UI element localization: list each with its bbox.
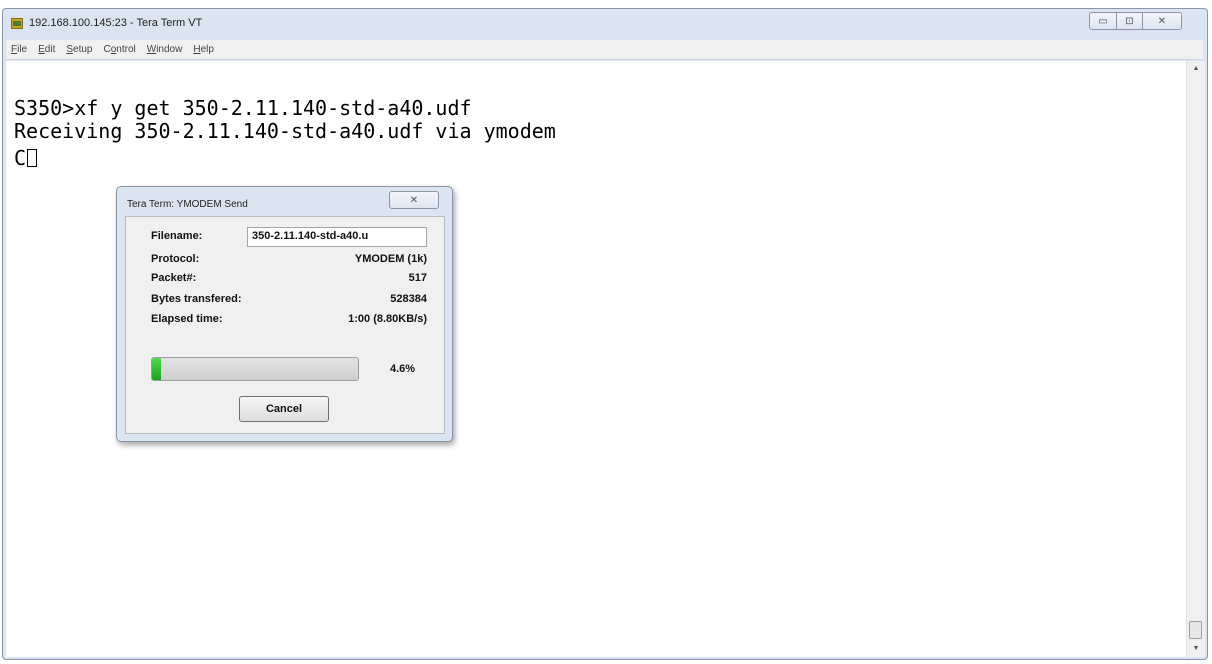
elapsed-value: 1:00 (8.80KB/s) bbox=[348, 313, 427, 325]
elapsed-row: Elapsed time: 1:00 (8.80KB/s) bbox=[151, 313, 427, 329]
terminal-line: S350>xf y get 350-2.11.140-std-a40.udf bbox=[14, 96, 472, 120]
menu-setup[interactable]: Setup bbox=[66, 44, 92, 55]
minimize-button[interactable]: ▭ bbox=[1089, 12, 1117, 30]
scroll-up-arrow-icon[interactable]: ▲ bbox=[1187, 61, 1205, 77]
protocol-row: Protocol: YMODEM (1k) bbox=[151, 253, 427, 269]
dialog-body: Filename: 350-2.11.140-std-a40.u Protoco… bbox=[125, 216, 445, 434]
dialog-close-button[interactable]: ✕ bbox=[389, 191, 439, 209]
menu-control[interactable]: Control bbox=[104, 44, 136, 55]
cursor-line: C bbox=[14, 146, 38, 170]
close-button[interactable]: ✕ bbox=[1142, 12, 1182, 30]
dialog-title: Tera Term: YMODEM Send bbox=[127, 199, 248, 210]
menu-help[interactable]: Help bbox=[193, 44, 214, 55]
title-bar[interactable]: 192.168.100.145:23 - Tera Term VT ▭ ⊡ ✕ bbox=[3, 9, 1207, 39]
progress-percent: 4.6% bbox=[390, 363, 416, 375]
filename-row: Filename: 350-2.11.140-std-a40.u bbox=[151, 227, 427, 247]
menu-bar: File Edit Setup Control Window Help bbox=[6, 40, 1203, 60]
vertical-scrollbar[interactable]: ▲ ▼ bbox=[1186, 61, 1205, 657]
bytes-value: 528384 bbox=[390, 293, 427, 305]
terminal-cursor-text: C bbox=[14, 146, 27, 170]
filename-value: 350-2.11.140-std-a40.u bbox=[247, 227, 427, 247]
progress-fill bbox=[152, 358, 162, 380]
window-title: 192.168.100.145:23 - Tera Term VT bbox=[29, 17, 203, 29]
packet-label: Packet#: bbox=[151, 272, 197, 284]
bytes-row: Bytes transfered: 528384 bbox=[151, 293, 427, 309]
elapsed-label: Elapsed time: bbox=[151, 313, 223, 325]
filename-label: Filename: bbox=[151, 230, 203, 242]
transfer-progress-bar bbox=[151, 357, 359, 381]
bytes-label: Bytes transfered: bbox=[151, 293, 242, 305]
scroll-down-arrow-icon[interactable]: ▼ bbox=[1187, 641, 1205, 657]
tera-term-icon bbox=[11, 18, 23, 29]
scroll-thumb[interactable] bbox=[1189, 621, 1202, 639]
maximize-button[interactable]: ⊡ bbox=[1116, 12, 1143, 30]
packet-value: 517 bbox=[408, 272, 427, 284]
ymodem-send-dialog: Tera Term: YMODEM Send ✕ Filename: 350-2… bbox=[116, 186, 453, 442]
protocol-label: Protocol: bbox=[151, 253, 200, 265]
protocol-value: YMODEM (1k) bbox=[354, 253, 427, 265]
terminal-line: Receiving 350-2.11.140-std-a40.udf via y… bbox=[14, 119, 556, 143]
menu-file[interactable]: File bbox=[11, 44, 27, 55]
text-cursor bbox=[27, 149, 38, 167]
menu-edit[interactable]: Edit bbox=[38, 44, 55, 55]
cancel-button[interactable]: Cancel bbox=[239, 396, 329, 422]
packet-row: Packet#: 517 bbox=[151, 272, 427, 288]
menu-window[interactable]: Window bbox=[147, 44, 183, 55]
